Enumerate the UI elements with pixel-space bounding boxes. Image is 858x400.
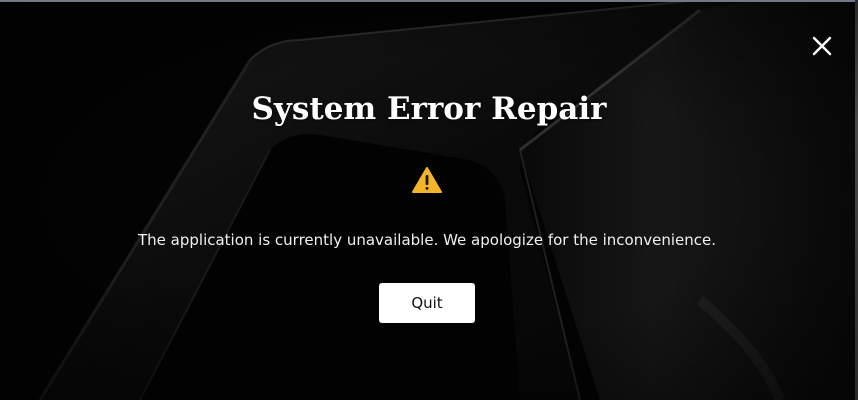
quit-button[interactable]: Quit [379, 283, 475, 323]
close-button[interactable] [808, 32, 836, 60]
error-message: The application is currently unavailable… [138, 231, 716, 249]
close-icon [812, 36, 832, 56]
background-artwork [0, 0, 858, 400]
dialog-title: System Error Repair [251, 91, 607, 127]
window-top-border [0, 0, 858, 2]
warning-icon [412, 167, 442, 193]
error-dialog-window: System Error Repair The application is c… [0, 0, 858, 400]
